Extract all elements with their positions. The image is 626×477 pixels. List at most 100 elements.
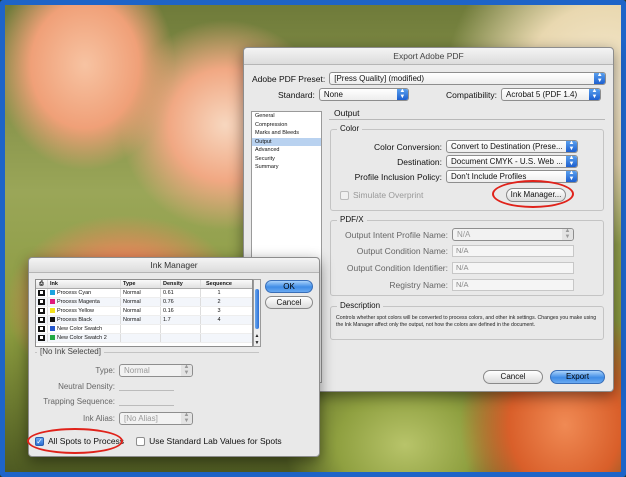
table-row[interactable]: Process Cyan Normal 0.61 1 <box>36 289 252 298</box>
color-conversion-select[interactable]: Convert to Destination (Prese... ▲ ▼ <box>446 140 578 153</box>
ink-table: ⎙ Ink Type Density Sequence Process Cyan… <box>35 279 253 347</box>
highlight-ellipse <box>27 428 123 454</box>
intent-select[interactable]: N/A ▲ ▼ <box>452 228 574 241</box>
chevron-updown-icon: ▲ ▼ <box>566 141 577 152</box>
sidebar-item-compression[interactable]: Compression <box>252 121 321 130</box>
type-label: Type: <box>95 366 115 375</box>
ink-rows: Process Cyan Normal 0.61 1 Process Magenta No… <box>36 289 252 343</box>
ink-type-cell <box>121 334 161 342</box>
scroll-thumb[interactable] <box>255 289 259 329</box>
condition-name-field[interactable]: N/A <box>452 245 574 257</box>
chevron-updown-icon: ▲ ▼ <box>181 413 192 424</box>
sidebar-item-output[interactable]: Output <box>252 137 321 146</box>
spot-icon[interactable] <box>36 307 48 315</box>
ok-button[interactable]: OK <box>265 280 313 293</box>
sidebar-item-summary[interactable]: Summary <box>252 163 321 172</box>
chevron-updown-icon: ▲ ▼ <box>594 73 606 84</box>
scroll-up-icon[interactable]: ▲ <box>254 333 260 339</box>
condition-identifier-field[interactable]: N/A <box>452 262 574 274</box>
ink-density-cell: 0.61 <box>161 289 201 297</box>
sidebar-item-advanced[interactable]: Advanced <box>252 146 321 155</box>
spot-icon[interactable] <box>36 289 48 297</box>
description-text: Controls whether spot colors will be con… <box>336 315 597 328</box>
chevron-updown-icon: ▲ ▼ <box>589 89 601 100</box>
col-ink[interactable]: Ink <box>48 280 121 288</box>
highlight-ellipse <box>492 180 574 208</box>
swatch-icon <box>50 308 55 314</box>
spot-icon[interactable] <box>36 298 48 306</box>
ink-sequence-cell <box>201 334 237 342</box>
ink-cancel-button[interactable]: Cancel <box>265 296 313 309</box>
intent-label: Output Intent Profile Name: <box>345 229 448 240</box>
simulate-overprint-checkbox[interactable] <box>340 190 349 200</box>
spot-icon[interactable] <box>36 316 48 324</box>
table-row[interactable]: Process Black Normal 1.7 4 <box>36 316 252 325</box>
pdfx-group-title: PDF/X <box>337 215 367 224</box>
table-row[interactable]: Process Yellow Normal 0.16 3 <box>36 307 252 316</box>
no-ink-selected-label: [No Ink Selected] <box>37 347 104 356</box>
preset-select[interactable]: [Press Quality] (modified) ▲ ▼ <box>329 72 607 85</box>
spot-icon[interactable] <box>36 325 48 333</box>
swatch-icon <box>50 317 55 323</box>
col-density[interactable]: Density <box>161 280 201 288</box>
swatch-icon <box>50 299 55 305</box>
destination-select[interactable]: Document CMYK - U.S. Web ... ▲ ▼ <box>446 155 578 168</box>
chevron-updown-icon: ▲ ▼ <box>562 229 573 240</box>
description-group-title: Description <box>337 301 384 310</box>
ink-name-cell: Process Yellow <box>48 307 121 315</box>
ink-manager-dialog: Ink Manager ⎙ Ink Type Density Sequence … <box>27 257 320 457</box>
registry-name-label: Registry Name: <box>389 280 448 290</box>
ink-name-cell: Process Black <box>48 316 121 324</box>
standard-select[interactable]: None ▲ ▼ <box>318 88 409 101</box>
ink-type-cell: Normal <box>121 307 161 315</box>
table-row[interactable]: Process Magenta Normal 0.76 2 <box>36 298 252 307</box>
spot-icon[interactable] <box>36 334 48 342</box>
export-button[interactable]: Export <box>550 370 605 384</box>
ink-sequence-cell: 1 <box>217 290 221 296</box>
swatch-icon <box>50 326 55 332</box>
lab-values-checkbox[interactable] <box>136 436 146 446</box>
chevron-updown-icon: ▲ ▼ <box>566 171 577 182</box>
ink-density-cell <box>161 334 201 342</box>
table-row[interactable]: New Color Swatch 2 <box>36 334 252 343</box>
ink-type-select[interactable]: Normal ▲ ▼ <box>119 364 193 377</box>
sidebar-item-general[interactable]: General <box>252 112 321 121</box>
ink-type-cell: Normal <box>121 316 161 324</box>
profile-policy-label: Profile Inclusion Policy: <box>354 171 442 182</box>
condition-name-label: Output Condition Name: <box>356 246 448 256</box>
ink-density-cell <box>161 325 201 333</box>
col-type[interactable]: Type <box>121 280 161 288</box>
ink-name-cell: New Color Swatch 2 <box>48 334 121 342</box>
ink-density-cell: 0.76 <box>161 298 201 306</box>
ink-density-cell: 0.16 <box>161 307 201 315</box>
ink-alias-select[interactable]: [No Alias] ▲ ▼ <box>119 412 193 425</box>
chevron-updown-icon: ▲ ▼ <box>566 156 577 167</box>
trapping-sequence-label: Trapping Sequence: <box>43 397 115 406</box>
lab-values-label: Use Standard Lab Values for Spots <box>149 436 282 446</box>
preset-label: Adobe PDF Preset: <box>252 73 326 84</box>
scroll-down-icon[interactable]: ▼ <box>254 340 260 346</box>
compat-select[interactable]: Acrobat 5 (PDF 1.4) ▲ ▼ <box>501 88 602 101</box>
trapping-sequence-field[interactable] <box>119 398 174 406</box>
ink-table-header: ⎙ Ink Type Density Sequence <box>36 280 252 289</box>
ink-table-scrollbar[interactable]: ▲ ▼ <box>253 279 261 347</box>
ink-sequence-cell: 2 <box>217 299 221 305</box>
ink-sequence-cell: 4 <box>217 317 221 323</box>
standard-label: Standard: <box>278 89 315 100</box>
ink-density-cell: 1.7 <box>161 316 201 324</box>
simulate-overprint-label: Simulate Overprint <box>353 190 424 200</box>
ink-type-cell: Normal <box>121 298 161 306</box>
sidebar-item-marks-bleeds[interactable]: Marks and Bleeds <box>252 129 321 138</box>
destination-label: Destination: <box>397 156 442 167</box>
table-row[interactable]: New Color Swatch <box>36 325 252 334</box>
chevron-updown-icon: ▲ ▼ <box>181 365 192 376</box>
cancel-button[interactable]: Cancel <box>483 370 543 384</box>
registry-name-field[interactable]: N/A <box>452 279 574 291</box>
neutral-density-field[interactable] <box>119 383 174 391</box>
sidebar-item-security[interactable]: Security <box>252 155 321 164</box>
ink-name-cell: Process Magenta <box>48 298 121 306</box>
neutral-density-label: Neutral Density: <box>58 382 115 391</box>
ink-type-cell: Normal <box>121 289 161 297</box>
col-sequence[interactable]: Sequence <box>201 280 237 288</box>
compat-label: Compatibility: <box>446 89 498 100</box>
